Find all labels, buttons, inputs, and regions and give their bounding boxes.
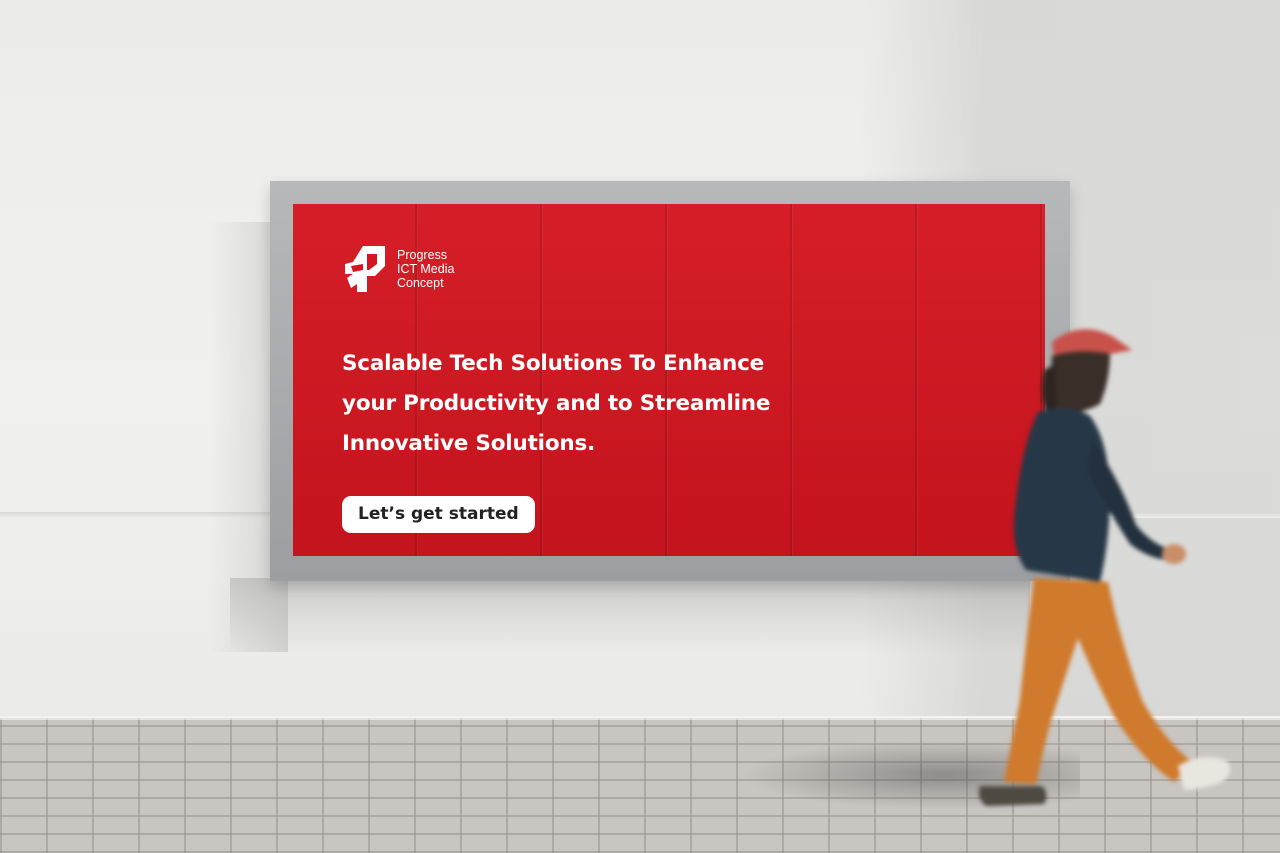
billboard-bottom-shadow [230,578,1030,654]
get-started-button[interactable]: Let’s get started [342,496,535,533]
brand-line: Progress [397,248,448,262]
headline-line: Innovative Solutions. [342,431,596,456]
brand-line: Concept [397,276,444,290]
headline-line: Scalable Tech Solutions To Enhance [342,351,765,376]
headline-line: your Productivity and to Streamline [342,391,771,416]
brand-logo: Progress ICT Media Concept [341,244,454,294]
brand-line: ICT Media [397,262,455,276]
billboard-poster: Progress ICT Media Concept Scalable Tech… [293,204,1045,556]
headline: Scalable Tech Solutions To Enhance your … [342,344,902,464]
brand-name: Progress ICT Media Concept [397,248,454,290]
walking-person [960,320,1280,820]
progress-logo-icon [341,244,387,294]
